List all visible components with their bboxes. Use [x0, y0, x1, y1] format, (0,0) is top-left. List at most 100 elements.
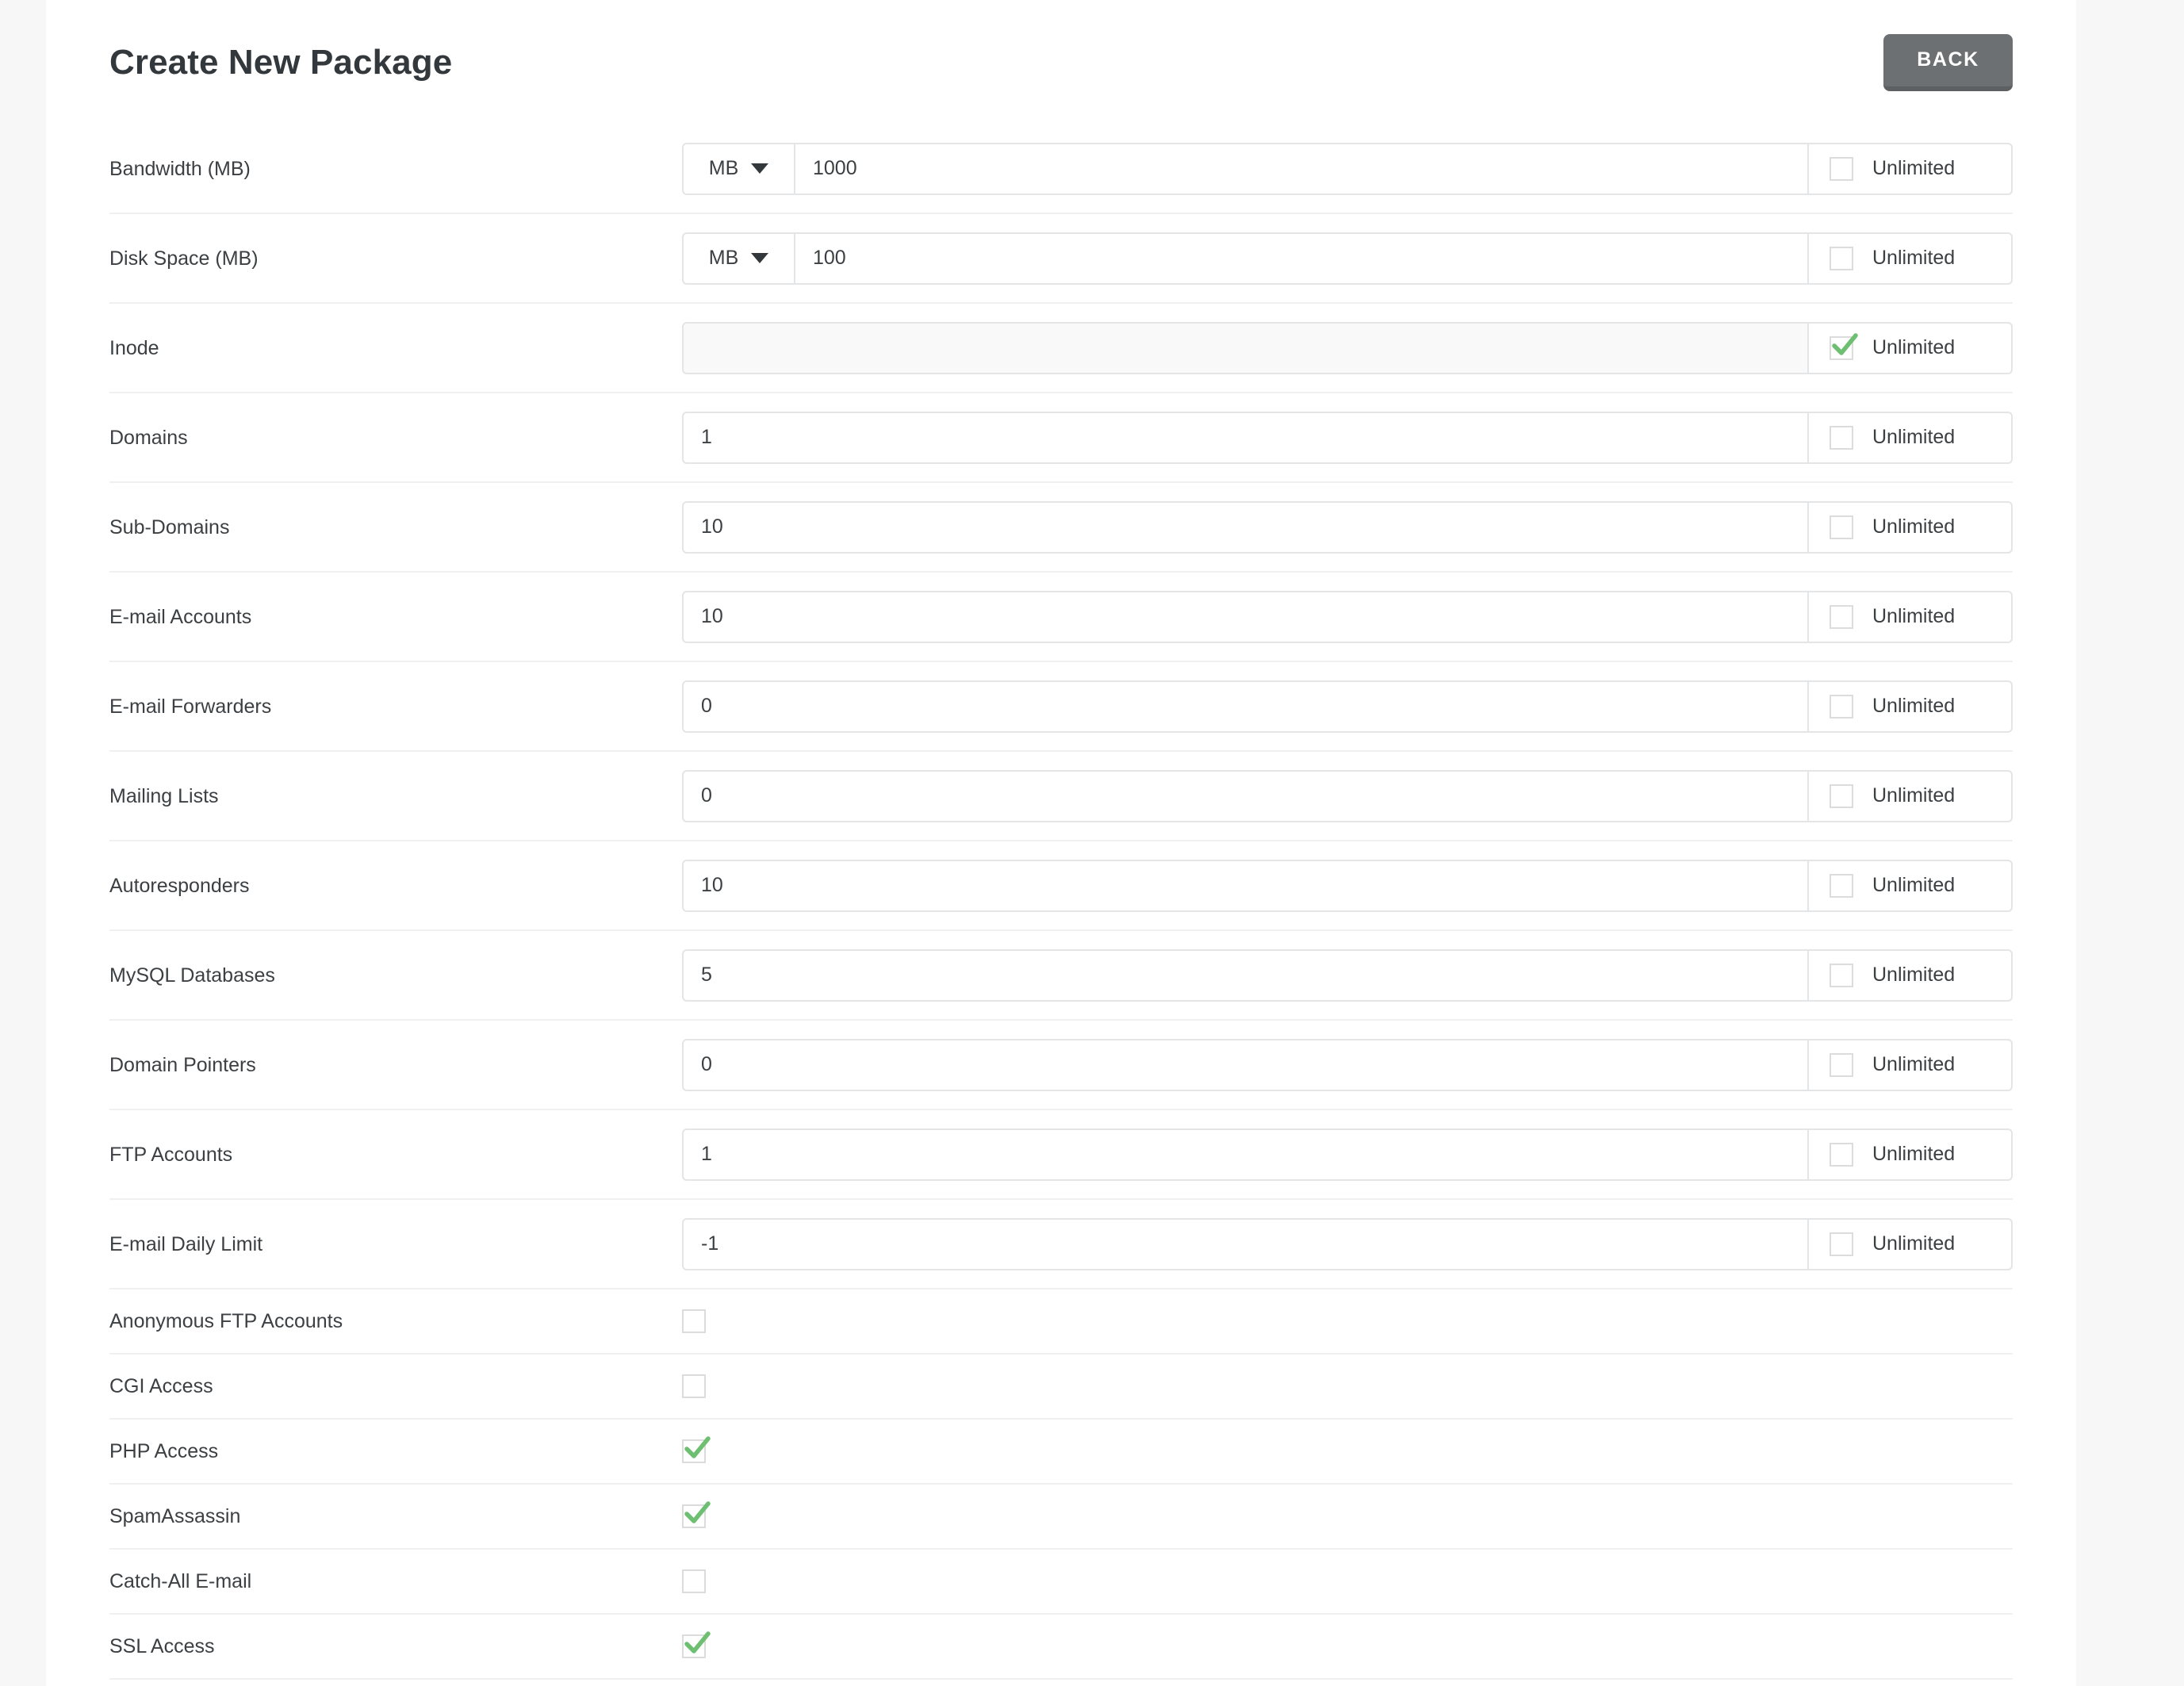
- unlimited-checkbox[interactable]: [1830, 1232, 1853, 1256]
- limit-value-input-1[interactable]: [795, 232, 1809, 285]
- toggle-cell: [682, 1569, 706, 1593]
- feature-checkbox-1[interactable]: [682, 1374, 706, 1398]
- limit-control-group: Unlimited: [682, 500, 2013, 554]
- limit-control-group: MB Unlimited: [682, 232, 2013, 285]
- feature-checkbox-2[interactable]: [682, 1436, 711, 1463]
- row-label: E-mail Accounts: [109, 605, 252, 628]
- unlimited-toggle-3[interactable]: Unlimited: [1809, 411, 2013, 464]
- unlimited-toggle-8[interactable]: Unlimited: [1809, 859, 2013, 912]
- form-row: Domains Unlimited: [109, 393, 2013, 483]
- limit-value-input-5[interactable]: [682, 590, 1809, 643]
- unlimited-toggle-6[interactable]: Unlimited: [1809, 680, 2013, 733]
- unlimited-label: Unlimited: [1872, 784, 1956, 807]
- chevron-down-icon: [751, 163, 769, 174]
- feature-checkbox-3[interactable]: [682, 1501, 711, 1528]
- feature-checkbox-4[interactable]: [682, 1569, 706, 1593]
- limit-value-input-7[interactable]: [682, 769, 1809, 822]
- unlimited-checkbox[interactable]: [1830, 246, 1853, 270]
- limit-value-input-6[interactable]: [682, 680, 1809, 733]
- toggle-cell: [682, 1436, 711, 1463]
- limit-value-input-2[interactable]: [682, 321, 1809, 374]
- unlimited-label: Unlimited: [1872, 157, 1956, 179]
- feature-checkbox-0[interactable]: [682, 1309, 706, 1333]
- limit-control-group: Unlimited: [682, 769, 2013, 822]
- unlimited-label: Unlimited: [1872, 515, 1956, 538]
- page-header: Create New Package BACK: [46, 0, 2076, 125]
- limit-value-input-0[interactable]: [795, 142, 1809, 195]
- toggle-cell: [682, 1309, 706, 1333]
- limit-value-input-4[interactable]: [682, 500, 1809, 554]
- unit-select-1[interactable]: MB: [682, 232, 795, 285]
- unlimited-label: Unlimited: [1872, 605, 1956, 627]
- row-label: Inode: [109, 336, 159, 359]
- limit-control-group: Unlimited: [682, 948, 2013, 1002]
- unlimited-label: Unlimited: [1872, 1232, 1956, 1255]
- unlimited-checkbox[interactable]: [1830, 1142, 1853, 1167]
- toggle-row: SSL Access: [109, 1615, 2013, 1680]
- unlimited-checkbox[interactable]: [1830, 332, 1858, 360]
- unlimited-label: Unlimited: [1872, 1143, 1956, 1165]
- form-row: Disk Space (MB) MB Unlimited: [109, 214, 2013, 304]
- unit-select-value: MB: [708, 157, 739, 179]
- limit-value-input-9[interactable]: [682, 948, 1809, 1002]
- limit-value-input-3[interactable]: [682, 411, 1809, 464]
- row-label: Autoresponders: [109, 874, 250, 897]
- form-row: Inode Unlimited: [109, 304, 2013, 393]
- unlimited-toggle-0[interactable]: Unlimited: [1809, 142, 2013, 195]
- unlimited-checkbox[interactable]: [1830, 873, 1853, 898]
- limit-value-input-12[interactable]: [682, 1217, 1809, 1270]
- unlimited-checkbox[interactable]: [1830, 425, 1853, 450]
- limit-control-group: Unlimited: [682, 411, 2013, 464]
- unit-select-0[interactable]: MB: [682, 142, 795, 195]
- back-button[interactable]: BACK: [1883, 33, 2013, 91]
- unlimited-toggle-1[interactable]: Unlimited: [1809, 232, 2013, 285]
- unlimited-toggle-11[interactable]: Unlimited: [1809, 1128, 2013, 1181]
- toggle-row: SpamAssassin: [109, 1485, 2013, 1550]
- unlimited-checkbox[interactable]: [1830, 604, 1853, 629]
- unlimited-toggle-4[interactable]: Unlimited: [1809, 500, 2013, 554]
- form-row: MySQL Databases Unlimited: [109, 931, 2013, 1021]
- form-row: E-mail Daily Limit Unlimited: [109, 1200, 2013, 1289]
- unlimited-toggle-7[interactable]: Unlimited: [1809, 769, 2013, 822]
- unlimited-toggle-5[interactable]: Unlimited: [1809, 590, 2013, 643]
- unlimited-checkbox[interactable]: [1830, 515, 1853, 539]
- unit-select-value: MB: [708, 247, 739, 269]
- row-label: Domains: [109, 426, 188, 449]
- feature-checkbox-5[interactable]: [682, 1631, 711, 1658]
- unlimited-toggle-12[interactable]: Unlimited: [1809, 1217, 2013, 1270]
- unlimited-checkbox[interactable]: [1830, 784, 1853, 808]
- form-row: FTP Accounts Unlimited: [109, 1110, 2013, 1200]
- unlimited-label: Unlimited: [1872, 874, 1956, 896]
- unlimited-checkbox[interactable]: [1830, 156, 1853, 181]
- limit-value-input-10[interactable]: [682, 1038, 1809, 1091]
- limit-value-input-8[interactable]: [682, 859, 1809, 912]
- check-icon: [1832, 332, 1858, 355]
- unlimited-label: Unlimited: [1872, 426, 1956, 448]
- form-row: E-mail Accounts Unlimited: [109, 573, 2013, 662]
- limit-control-group: Unlimited: [682, 321, 2013, 374]
- toggle-cell: [682, 1631, 711, 1658]
- limit-control-group: Unlimited: [682, 680, 2013, 733]
- unlimited-toggle-9[interactable]: Unlimited: [1809, 948, 2013, 1002]
- unlimited-toggle-10[interactable]: Unlimited: [1809, 1038, 2013, 1091]
- page-title: Create New Package: [109, 42, 453, 82]
- check-icon: [684, 1631, 711, 1653]
- row-label: PHP Access: [109, 1440, 219, 1462]
- unlimited-label: Unlimited: [1872, 247, 1956, 269]
- unlimited-label: Unlimited: [1872, 695, 1956, 717]
- toggle-row: PHP Access: [109, 1420, 2013, 1485]
- limit-control-group: Unlimited: [682, 1217, 2013, 1270]
- row-label: FTP Accounts: [109, 1143, 233, 1166]
- unlimited-checkbox[interactable]: [1830, 963, 1853, 987]
- unlimited-label: Unlimited: [1872, 1053, 1956, 1075]
- row-label: Sub-Domains: [109, 515, 230, 538]
- limit-value-input-11[interactable]: [682, 1128, 1809, 1181]
- toggle-cell: [682, 1501, 711, 1528]
- form-row: E-mail Forwarders Unlimited: [109, 662, 2013, 752]
- unlimited-checkbox[interactable]: [1830, 694, 1853, 718]
- unlimited-checkbox[interactable]: [1830, 1052, 1853, 1077]
- row-label: E-mail Daily Limit: [109, 1232, 263, 1255]
- limit-control-group: Unlimited: [682, 590, 2013, 643]
- unlimited-toggle-2[interactable]: Unlimited: [1809, 321, 2013, 374]
- toggle-row: Catch-All E-mail: [109, 1550, 2013, 1615]
